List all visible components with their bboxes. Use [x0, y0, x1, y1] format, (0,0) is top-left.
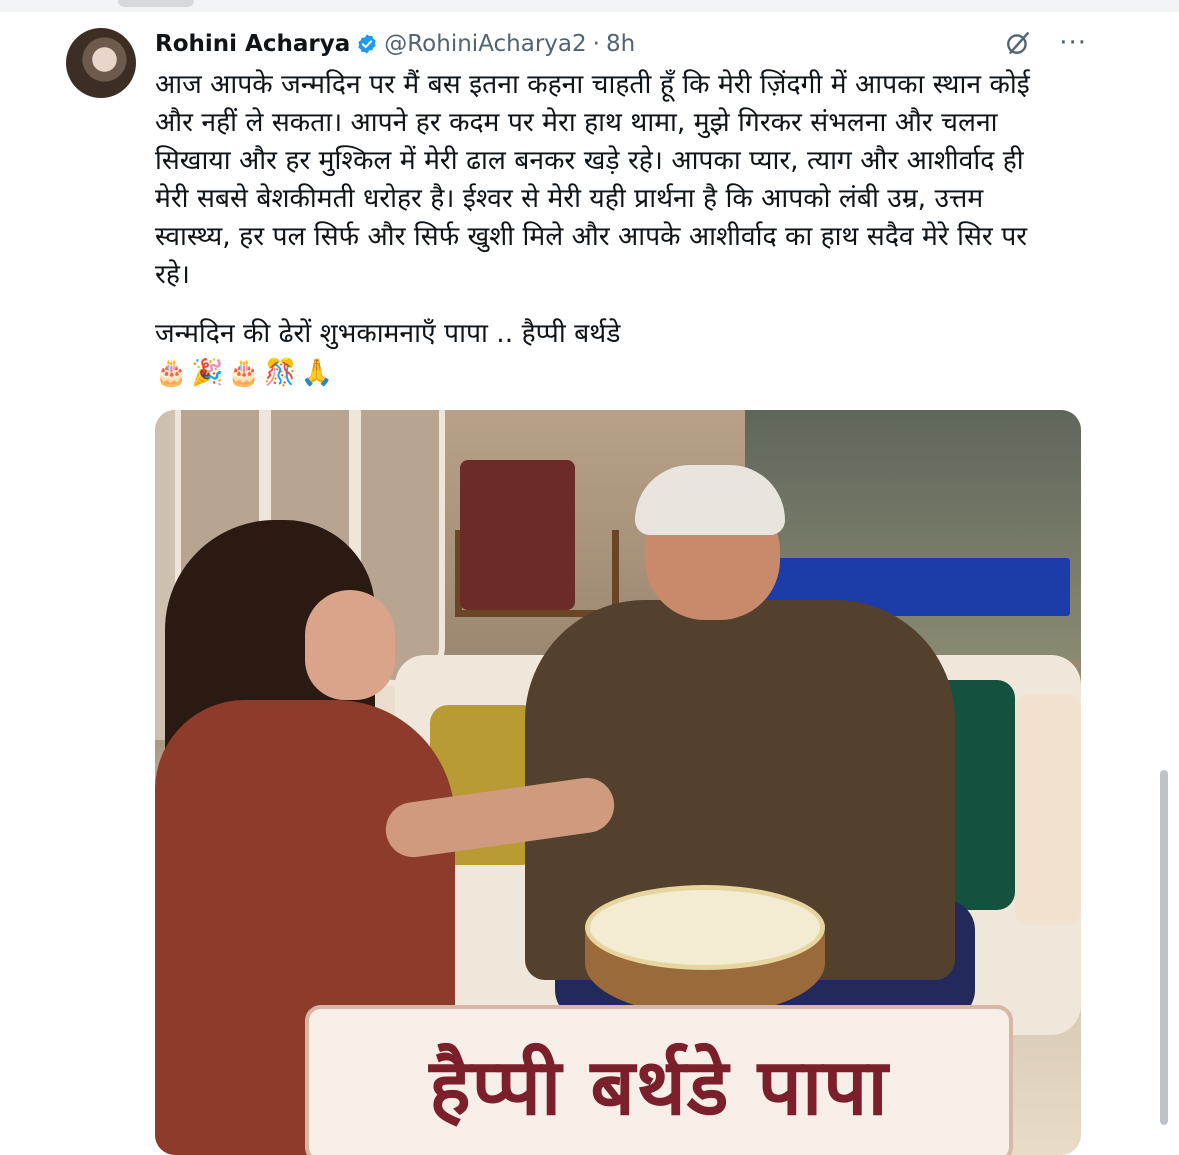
photo-cake-top: [585, 885, 825, 970]
top-strip: [0, 0, 1179, 12]
photo-chair: [460, 460, 575, 610]
photo-banner: हैप्पी बर्थडे पापा: [305, 1005, 1013, 1155]
author-name[interactable]: Rohini Acharya: [155, 31, 350, 57]
folded-hands-emoji: 🙏: [300, 358, 333, 388]
emoji-row: 🎂 🎉 🎂 🎊 🙏: [155, 355, 333, 391]
author-avatar[interactable]: [66, 28, 136, 98]
header-actions: ···: [1005, 30, 1087, 56]
photo-man-hair: [635, 465, 785, 535]
tweet-photo[interactable]: हैप्पी बर्थडे पापा: [155, 410, 1081, 1155]
tweet-text: आज आपके जन्मदिन पर मैं बस इतना कहना चाहत…: [155, 69, 1030, 290]
photo-woman-face: [305, 590, 395, 700]
verified-badge-icon: [358, 34, 376, 54]
tweet-time[interactable]: 8h: [606, 31, 635, 57]
confetti-ball-emoji: 🎊: [264, 358, 297, 388]
top-tab-indicator: [118, 0, 194, 7]
photo-pillow: [1015, 695, 1081, 925]
birthday-cake-emoji: 🎂: [155, 358, 188, 388]
scrollbar[interactable]: [1160, 770, 1168, 1125]
banner-text: हैप्पी बर्थडे पापा: [429, 1042, 889, 1133]
separator-dot: ·: [592, 31, 600, 57]
tweet-wish-line: जन्मदिन की ढेरों शुभकामनाएँ पापा .. हैप्…: [155, 318, 621, 349]
grok-icon[interactable]: [1005, 30, 1031, 56]
cake-emoji: 🎂: [227, 358, 261, 388]
tweet-header: Rohini Acharya @RohiniAcharya2 · 8h: [155, 28, 635, 60]
more-options-icon[interactable]: ···: [1059, 30, 1087, 56]
party-popper-emoji: 🎉: [191, 358, 224, 388]
author-handle[interactable]: @RohiniAcharya2: [384, 31, 586, 57]
